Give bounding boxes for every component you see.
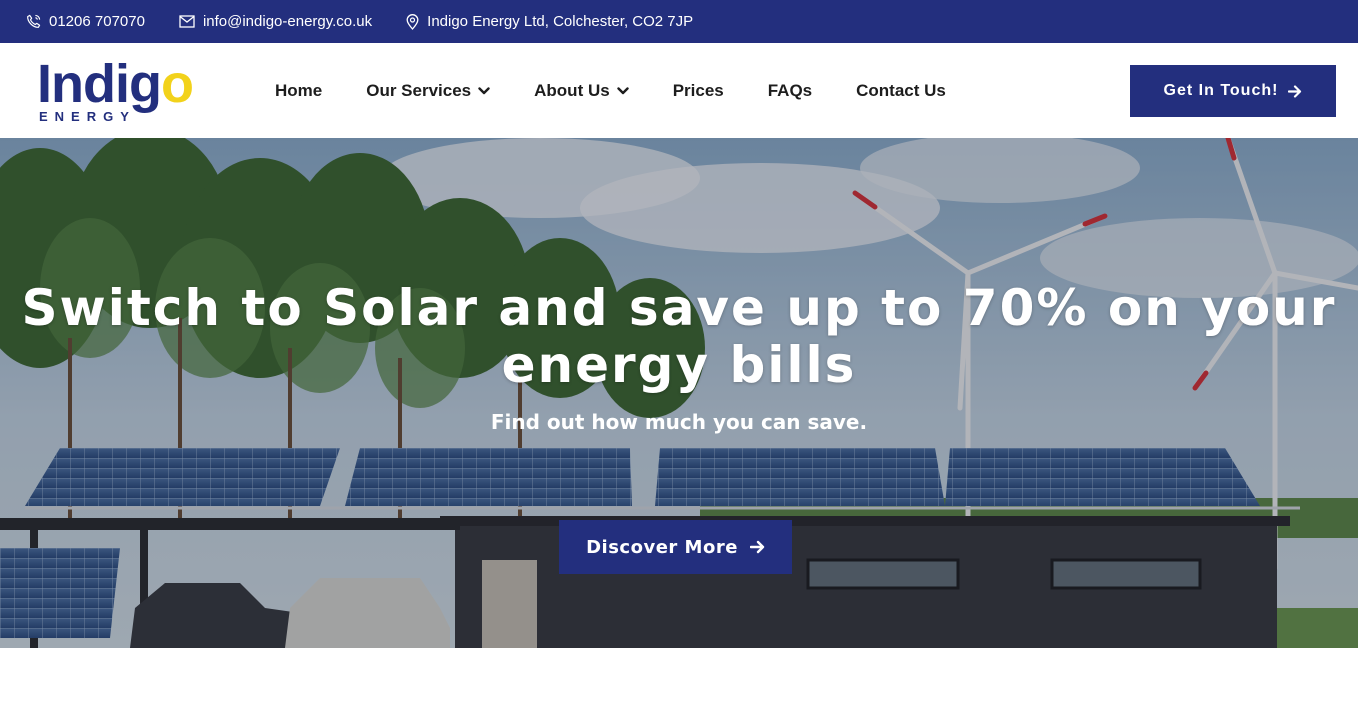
- nav-item-faqs[interactable]: FAQs: [746, 81, 834, 101]
- nav-item-our-services[interactable]: Our Services: [344, 81, 512, 101]
- main-nav: Home Our Services About Us Prices FAQs C…: [253, 43, 968, 138]
- indigo-energy-logo[interactable]: Indigo ENERGY: [37, 57, 217, 125]
- chevron-down-icon: [616, 86, 629, 94]
- nav-item-about-us[interactable]: About Us: [512, 81, 651, 101]
- phone-number[interactable]: 01206 707070: [49, 13, 145, 30]
- get-in-touch-label: Get In Touch!: [1163, 82, 1279, 99]
- contact-bar: 01206 707070 info@indigo-energy.co.uk In…: [0, 0, 1358, 43]
- chevron-down-icon: [478, 86, 490, 94]
- content-section-below-fold: [0, 648, 1358, 720]
- email-contact[interactable]: info@indigo-energy.co.uk: [179, 13, 372, 30]
- email-address[interactable]: info@indigo-energy.co.uk: [203, 13, 372, 30]
- site-header: Indigo ENERGY Home Our Services About Us…: [0, 43, 1358, 138]
- nav-item-prices[interactable]: Prices: [651, 81, 746, 101]
- discover-more-label: Discover More: [586, 536, 738, 558]
- envelope-icon: [179, 15, 195, 28]
- nav-item-home[interactable]: Home: [253, 81, 344, 101]
- logo-wordmark: Indigo: [37, 54, 194, 114]
- logo-subtitle: ENERGY: [39, 109, 136, 124]
- address-text: Indigo Energy Ltd, Colchester, CO2 7JP: [427, 13, 694, 30]
- hero-banner: Switch to Solar and save up to 70% on yo…: [0, 138, 1358, 648]
- hero-subtitle: Find out how much you can save.: [490, 410, 868, 434]
- phone-icon: [27, 14, 41, 28]
- address-contact: Indigo Energy Ltd, Colchester, CO2 7JP: [406, 13, 693, 30]
- nav-item-contact-us[interactable]: Contact Us: [834, 81, 968, 101]
- hero-title: Switch to Solar and save up to 70% on yo…: [21, 279, 1337, 394]
- arrow-right-icon: [1288, 84, 1302, 98]
- map-pin-icon: [406, 13, 419, 30]
- discover-more-button[interactable]: Discover More: [559, 520, 792, 574]
- phone-contact[interactable]: 01206 707070: [26, 13, 145, 30]
- get-in-touch-button[interactable]: Get In Touch!: [1130, 65, 1336, 117]
- arrow-right-icon: [749, 540, 765, 554]
